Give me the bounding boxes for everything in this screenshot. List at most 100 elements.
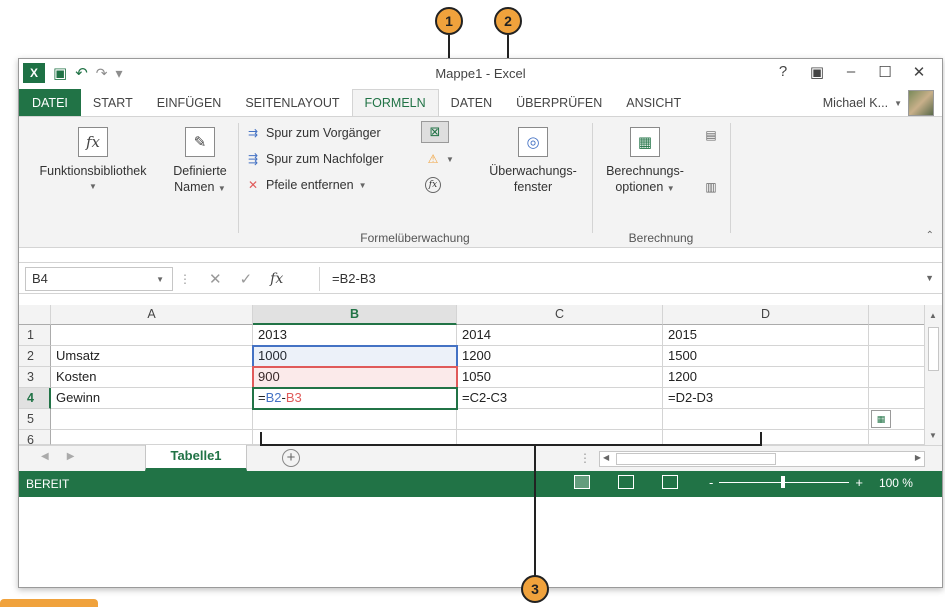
cell-b5[interactable] (253, 409, 457, 430)
cell-c1[interactable]: 2014 (457, 325, 663, 346)
zoom-level[interactable]: 100 % (879, 476, 913, 490)
user-name[interactable]: Michael K... (823, 96, 888, 110)
select-all-corner[interactable] (19, 305, 51, 325)
page-break-view-icon[interactable] (662, 475, 678, 489)
zoom-in-button[interactable]: + (855, 475, 863, 490)
vertical-scrollbar[interactable]: ▲ ▼ (924, 305, 942, 445)
scroll-right-icon[interactable]: ▶ (915, 453, 921, 462)
cell-a2[interactable]: Umsatz (51, 346, 253, 367)
column-header-a[interactable]: A (51, 305, 253, 325)
name-box[interactable]: B4 ▼ (25, 267, 173, 291)
chevron-down-icon[interactable]: ▼ (156, 275, 164, 284)
definierte-namen-button[interactable]: ✎ Definierte Namen ▼ (165, 127, 235, 197)
more-icon: ⋮ (179, 272, 191, 286)
cell-c6[interactable] (457, 430, 663, 445)
cell-e2[interactable] (869, 346, 926, 367)
sheet-tab-tabelle1[interactable]: Tabelle1 (145, 445, 247, 471)
cell-c2[interactable]: 1200 (457, 346, 663, 367)
sheet-tabs-bar: ◀▶ Tabelle1 + ⋮ ◀ ▶ (19, 445, 942, 471)
quick-analysis-icon[interactable]: ▦ (871, 410, 891, 428)
callout-2: 2 (494, 7, 522, 35)
scroll-left-icon[interactable]: ◀ (603, 453, 609, 462)
row-header-6[interactable]: 6 (19, 430, 51, 447)
title-bar: X ▣ ↶ ↷ ▾ Mappe1 - Excel ? ▣ – ☐ ✕ (19, 59, 942, 89)
decorative-orange-strip (0, 599, 98, 607)
tab-seitenlayout[interactable]: SEITENLAYOUT (233, 89, 351, 117)
zoom-slider[interactable] (719, 476, 850, 488)
cell-c4[interactable]: =C2-C3 (457, 388, 663, 409)
cell-d2[interactable]: 1500 (663, 346, 869, 367)
cell-e4[interactable] (869, 388, 926, 409)
tab-ueberpruefen[interactable]: ÜBERPRÜFEN (504, 89, 614, 117)
column-header-b[interactable]: B (253, 305, 457, 325)
split-handle-icon[interactable]: ⋮ (579, 451, 591, 465)
callout-3-line (534, 444, 536, 576)
insert-function-icon[interactable]: fx (270, 271, 283, 287)
ribbon-display-icon[interactable]: ▣ (800, 63, 834, 81)
tab-datei[interactable]: DATEI (19, 89, 81, 117)
help-icon[interactable]: ? (766, 63, 800, 81)
cell-a5[interactable] (51, 409, 253, 430)
column-header-c[interactable]: C (457, 305, 663, 325)
column-header-d[interactable]: D (663, 305, 869, 325)
cell-c5[interactable] (457, 409, 663, 430)
user-dropdown-icon[interactable]: ▼ (894, 99, 902, 108)
maximize-icon[interactable]: ☐ (868, 63, 902, 81)
cell-d4[interactable]: =D2-D3 (663, 388, 869, 409)
cell-a6[interactable] (51, 430, 253, 445)
cell-e3[interactable] (869, 367, 926, 388)
chevron-down-icon: ▼ (217, 184, 226, 193)
group-formelueberwachung: Formelüberwachung (360, 231, 470, 245)
cancel-icon[interactable]: ✕ (209, 270, 222, 288)
sheet-nav-icons[interactable]: ◀▶ (41, 451, 92, 462)
close-icon[interactable]: ✕ (902, 63, 936, 81)
tab-start[interactable]: START (81, 89, 145, 117)
row-header-2[interactable]: 2 (19, 346, 51, 367)
page-layout-view-icon[interactable] (618, 475, 634, 489)
formula-input[interactable]: =B2-B3 (319, 267, 914, 291)
tab-daten[interactable]: DATEN (439, 89, 504, 117)
cell-a3[interactable]: Kosten (51, 367, 253, 388)
definierte-label-2: Namen (174, 180, 215, 194)
scroll-up-icon[interactable]: ▲ (929, 311, 937, 320)
row-header-5[interactable]: 5 (19, 409, 51, 430)
normal-view-icon[interactable] (574, 475, 590, 489)
cell-d1[interactable]: 2015 (663, 325, 869, 346)
callout-1: 1 (435, 7, 463, 35)
add-sheet-icon[interactable]: + (282, 449, 300, 467)
cell-a4[interactable]: Gewinn (51, 388, 253, 409)
row-header-4[interactable]: 4 (19, 388, 51, 409)
cell-e1[interactable] (869, 325, 926, 346)
ribbon-tabs: DATEI START EINFÜGEN SEITENLAYOUT FORMEL… (19, 89, 942, 117)
scroll-down-icon[interactable]: ▼ (929, 431, 937, 440)
tab-formeln[interactable]: FORMELN (351, 89, 439, 117)
horizontal-scrollbar[interactable]: ◀ ▶ (599, 451, 925, 467)
row-header-3[interactable]: 3 (19, 367, 51, 388)
funktionsbibliothek-button[interactable]: fx Funktionsbibliothek ▼ (23, 127, 163, 195)
worksheet-grid: A B C D 1 2 3 4 5 6 2013 2014 2015 Umsat… (19, 305, 942, 447)
name-manager-icon: ✎ (185, 127, 215, 157)
vertical-scroll-thumb[interactable] (928, 327, 939, 371)
cell-c3[interactable]: 1050 (457, 367, 663, 388)
zoom-slider-knob[interactable] (781, 476, 786, 488)
column-header-e[interactable] (869, 305, 926, 325)
callout-3: 3 (521, 575, 549, 603)
cell-e6[interactable] (869, 430, 926, 445)
row-header-1[interactable]: 1 (19, 325, 51, 346)
tab-ansicht[interactable]: ANSICHT (614, 89, 693, 117)
cell-b6[interactable] (253, 430, 457, 445)
expand-formula-icon[interactable]: ▼ (925, 273, 934, 283)
tab-einfuegen[interactable]: EINFÜGEN (145, 89, 234, 117)
status-text: BEREIT (26, 477, 70, 491)
avatar[interactable] (908, 90, 934, 116)
cell-a1[interactable] (51, 325, 253, 346)
cell-d6[interactable] (663, 430, 869, 445)
minimize-icon[interactable]: – (834, 63, 868, 81)
cell-b1[interactable]: 2013 (253, 325, 457, 346)
horizontal-scroll-thumb[interactable] (616, 453, 776, 465)
cell-d5[interactable] (663, 409, 869, 430)
collapse-ribbon-icon[interactable]: ⌃ (926, 230, 934, 241)
enter-icon[interactable]: ✓ (240, 270, 253, 288)
zoom-out-button[interactable]: - (709, 475, 713, 490)
cell-d3[interactable]: 1200 (663, 367, 869, 388)
